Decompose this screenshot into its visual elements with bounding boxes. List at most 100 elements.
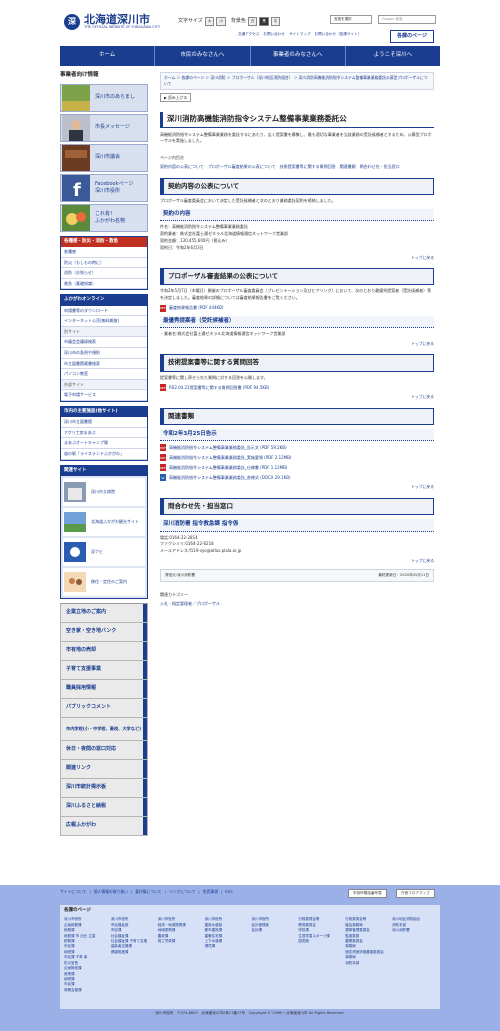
big-nav-item[interactable]: 職員採用情報 xyxy=(60,679,148,699)
emergency-link[interactable]: 消防（お知らせ） xyxy=(61,268,147,279)
facebook-icon: f xyxy=(62,174,90,201)
big-nav-item[interactable]: 空き家・空き地バンク xyxy=(60,622,148,642)
back-to-top-link[interactable]: トップに戻る xyxy=(160,484,434,489)
header-link-dept-contact[interactable]: お問い合わせ（各課サイト） xyxy=(315,32,362,37)
facility-link[interactable]: 道の駅「ライスランドふかがわ」 xyxy=(61,449,147,460)
footer-link[interactable]: 個人情報の取り扱い xyxy=(94,889,128,894)
online-link[interactable]: 深川市の条例や規則 xyxy=(61,348,147,359)
back-to-top-link[interactable]: トップに戻る xyxy=(160,255,434,260)
online-link[interactable]: パソコン教室 xyxy=(61,369,147,380)
related-site-migration[interactable]: 移住・定住のご案内 xyxy=(63,567,145,596)
directory-column: 深川市役所 企画総務課 総務課 総務課 市 出仕 立直 税務課 市民課 納税課 市民課 子育 … xyxy=(64,917,108,993)
department-pages-button[interactable]: 各課のページ xyxy=(390,30,434,43)
footer-link[interactable]: 免責事項 xyxy=(203,889,218,894)
directory-link[interactable]: 深川消防署 xyxy=(392,928,436,933)
footer-link[interactable]: 著作権について xyxy=(135,889,161,894)
big-nav-item[interactable]: 関連リンク xyxy=(60,759,148,779)
directory-link[interactable]: 商業会管課 xyxy=(64,988,108,993)
big-nav-item[interactable]: 深川市統計掲示板 xyxy=(60,778,148,798)
gnav-welcome[interactable]: ようこそ深川へ xyxy=(346,46,440,66)
overview-photo xyxy=(62,84,90,111)
sidebar-title: 事業者向け情報 xyxy=(60,72,99,78)
search-input[interactable]: Google 検索 xyxy=(378,15,436,24)
gnav-business[interactable]: 事業者のみなさんへ xyxy=(251,46,346,66)
doc-link[interactable]: W 高機能消防指令システム整備事業業務委託_各様式 (DOCX 29.1KB) xyxy=(160,474,434,482)
font-small-button[interactable]: 小 xyxy=(216,17,226,26)
header-link-sitemap[interactable]: サイトマップ xyxy=(289,32,311,37)
read-aloud-button[interactable]: ▶ 読み上げる xyxy=(160,93,192,103)
online-link[interactable]: 市立図書館蔵書検索 xyxy=(61,358,147,370)
font-large-button[interactable]: 大 xyxy=(204,17,215,26)
facility-link[interactable]: アグリ工房まあぶ xyxy=(61,427,147,439)
footer-link[interactable]: RSS xyxy=(225,889,232,894)
big-nav-item[interactable]: 子育て支援事業 xyxy=(60,660,148,680)
doc-link[interactable]: PDF 高機能消防指令システム整備事業業務委託_仕様書 (PDF 1.12MB) xyxy=(160,464,434,472)
big-nav-item[interactable]: 市内学校(小・中学校、高校、大学など) xyxy=(60,717,148,741)
pdf-icon: PDF xyxy=(160,464,166,472)
bg-white-button[interactable]: 白 xyxy=(247,17,258,26)
gnav-citizens[interactable]: 市民のみなさんへ xyxy=(155,46,251,66)
related-site-hospital[interactable]: 深川市立病院 xyxy=(63,477,145,506)
online-link[interactable]: 電子申請サービス xyxy=(61,390,147,401)
emergency-link[interactable]: 救急（基礎知識） xyxy=(61,278,147,290)
related-site-fukanavi[interactable]: 深ナビ xyxy=(63,537,145,566)
floor-map-button[interactable]: 庁舎フロアマップ xyxy=(396,889,435,899)
qa-answer-link[interactable]: PDF R02.04.21提案書等に関する質問回答書 (PDF 94.5KB) xyxy=(160,384,434,392)
big-nav-item[interactable]: 市有地の売却 xyxy=(60,641,148,661)
back-to-top-link[interactable]: トップに戻る xyxy=(160,558,434,563)
big-nav-item[interactable]: パブリックコメント xyxy=(60,698,148,718)
directory-columns: 深川市役所 企画総務課 総務課 総務課 市 出仕 立直 税務課 市民課 納税課 市民課 子育 … xyxy=(60,917,440,993)
big-nav: 企業立地のご案内 空き家・空き地バンク 市有地の売却 子育て支援事業 職員採用情… xyxy=(60,602,148,836)
section-qa-text: 提案書等に関し寄せられた質問に対する回答を公開します。 xyxy=(160,374,268,380)
directory-link[interactable]: 健康推進課 xyxy=(111,950,155,955)
source-department[interactable]: 発信元:深川消防署 xyxy=(165,573,195,578)
sidebar-item-council[interactable]: 深川市議会 xyxy=(60,143,148,172)
bg-black-button[interactable]: 黒 xyxy=(259,17,269,26)
header-link-contact[interactable]: お問い合わせ xyxy=(263,32,285,37)
big-nav-item[interactable]: 企業立地のご案内 xyxy=(60,603,148,623)
doc-link[interactable]: PDF 高機能消防指令システム整備事業業務委託_実施要領 (PDF 2.12MB) xyxy=(160,454,434,462)
language-select[interactable]: 言語を選択 xyxy=(330,15,372,24)
directory-title: 各課のページ xyxy=(64,908,91,913)
facility-link[interactable]: 深川市立図書館 xyxy=(61,417,147,428)
phone-list-button[interactable]: 市役所電話番号表 xyxy=(348,889,387,899)
page-meta: 発信元:深川消防署 最終更新日：2020年05月11日 xyxy=(160,569,434,583)
header-link-access[interactable]: 交通アクセス xyxy=(238,32,259,37)
online-link[interactable]: 市議会会議録検索 xyxy=(61,337,147,349)
sidebar-item-overview[interactable]: 深川市のあらまし xyxy=(60,83,148,112)
doc-link[interactable]: PDF 高機能消防指令システム整備事業業務委託_告示文 (PDF 59.2KB) xyxy=(160,444,434,452)
facility-link[interactable]: まあぶオートキャンプ場 xyxy=(61,438,147,450)
specialties-photo xyxy=(62,204,90,231)
directory-link[interactable]: 会計課 xyxy=(252,928,296,933)
online-link[interactable]: インターネット公売(無料開放) xyxy=(61,316,147,327)
back-to-top-link[interactable]: トップに戻る xyxy=(160,341,434,346)
directory-link[interactable]: 商工労政課 xyxy=(158,939,202,944)
footer-link[interactable]: サイトについて xyxy=(60,889,86,894)
fukanavi-logo xyxy=(64,541,86,562)
bg-color-label: 背景色 xyxy=(230,17,246,24)
sidebar-item-facebook[interactable]: f Facebookページ 深川市役所 xyxy=(60,173,148,202)
back-to-top-link[interactable]: トップに戻る xyxy=(160,394,434,399)
accessibility-controls: 文字サイズ 大 小 背景色 白 黒 灰 xyxy=(178,17,281,26)
related-category-link[interactable]: 入札・指定管理者／プロポーザル xyxy=(160,601,434,607)
related-site-tourism[interactable]: 北海道ふかがわ観光サイト xyxy=(63,507,145,536)
bg-gray-button[interactable]: 灰 xyxy=(270,17,281,26)
big-nav-item[interactable]: 深川ふるさと納税 xyxy=(60,797,148,817)
online-link[interactable]: 申請書等のダウンロード xyxy=(61,305,147,317)
sidebar-item-specialties[interactable]: これ有！ ふかがわ名物 xyxy=(60,203,148,232)
result-report-link[interactable]: PDF 審査結果報告書 (PDF 444KB) xyxy=(160,304,434,312)
toc-links[interactable]: 契約内容の公表について プロポーザル審査結果の公表について 技術提案書等に関する… xyxy=(160,163,434,170)
related-sites-box: 関連サイト 深川市立病院 北海道ふかがわ観光サイト 深ナビ 移住・定住のご案内 xyxy=(60,464,148,599)
footer-link[interactable]: リンクについて xyxy=(169,889,195,894)
breadcrumb[interactable]: ホーム ＞ 各課のページ ＞ 深川消防 ＞ ブロポーザル（深川地区消防組合） ＞… xyxy=(160,72,434,91)
sidebar-item-mayor[interactable]: 市長メッセージ xyxy=(60,113,148,142)
directory-link[interactable]: 図書館 xyxy=(298,939,342,944)
emergency-link[interactable]: 各種感 xyxy=(61,246,147,258)
emergency-link[interactable]: 防災（もしもの時に） xyxy=(61,257,147,269)
directory-link[interactable]: 消防本部 xyxy=(345,961,389,966)
big-nav-item[interactable]: 休日・夜間の窓口対応 xyxy=(60,740,148,760)
site-logo[interactable]: 深 北海道深川市 THE OFFICIAL WEBSITE OF FUKAGAW… xyxy=(64,14,160,30)
directory-link[interactable]: 環境課 xyxy=(205,944,249,949)
gnav-home[interactable]: ホーム xyxy=(60,46,156,66)
big-nav-item[interactable]: 広報ふかがわ xyxy=(60,816,148,836)
